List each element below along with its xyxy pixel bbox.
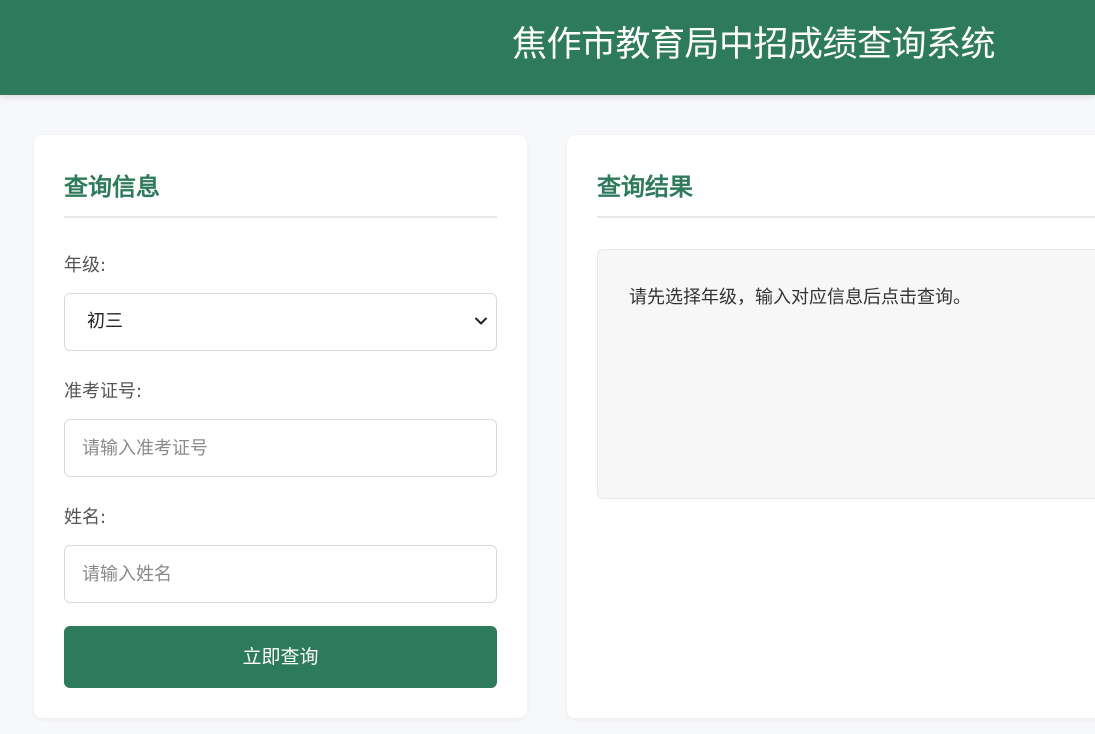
query-form-card: 查询信息 年级: 初三 准考证号: 姓名: 立即查询 [34,135,527,718]
result-card: 查询结果 请先选择年级，输入对应信息后点击查询。 [567,135,1095,718]
result-box: 请先选择年级，输入对应信息后点击查询。 [597,249,1095,499]
exam-number-input[interactable] [65,420,496,476]
result-message: 请先选择年级，输入对应信息后点击查询。 [629,287,971,308]
query-form-title: 查询信息 [64,173,160,201]
page-title: 焦作市教育局中招成绩查询系统 [512,25,996,65]
grade-selected-value: 初三 [87,311,123,332]
exam-number-field [64,419,497,477]
submit-query-button[interactable]: 立即查询 [64,626,497,688]
query-form-divider [64,216,497,218]
grade-select[interactable]: 初三 [64,293,497,351]
name-label: 姓名: [64,507,107,528]
name-input[interactable] [65,546,496,602]
result-divider [597,216,1095,218]
chevron-down-icon [475,317,487,325]
page-header: 焦作市教育局中招成绩查询系统 [0,0,1095,95]
name-field [64,545,497,603]
grade-label: 年级: [64,255,107,276]
result-title: 查询结果 [597,173,693,201]
exam-number-label: 准考证号: [64,381,143,402]
